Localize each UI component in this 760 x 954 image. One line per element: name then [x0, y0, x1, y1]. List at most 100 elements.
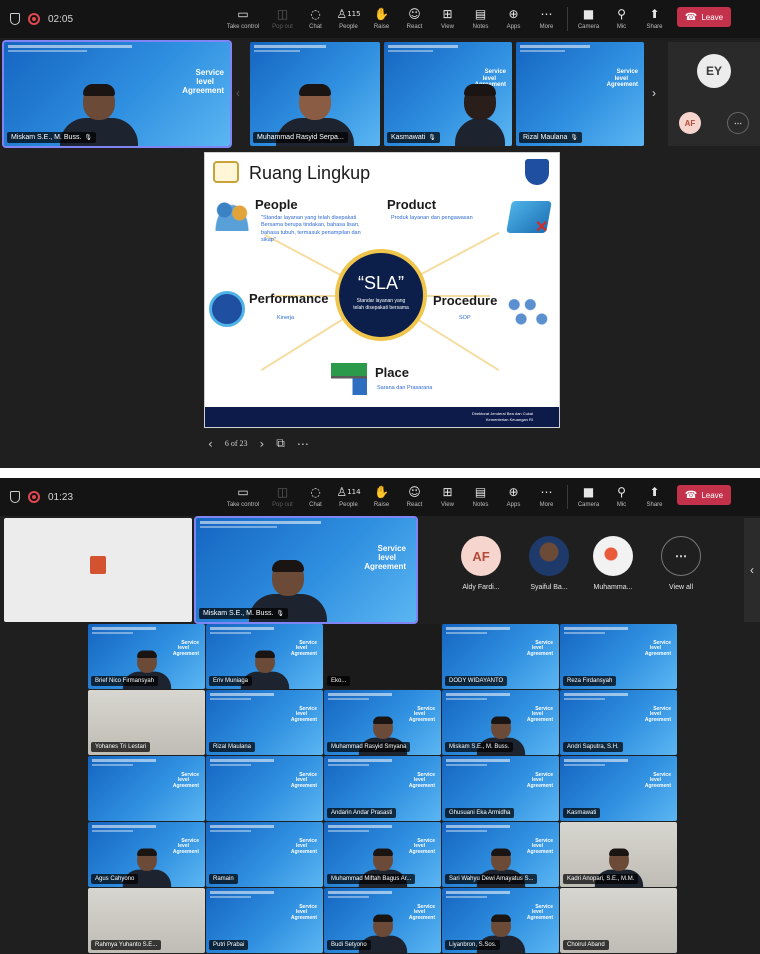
pop-out-button[interactable]: ◫ Pop out [266, 485, 299, 508]
video-tile[interactable]: Service level Agreement Rizal Maulana [206, 690, 323, 755]
more-icon: ⋯ [540, 7, 553, 21]
take-control-button[interactable]: ▭ Take control [220, 7, 266, 30]
chevron-right-icon[interactable]: › [259, 437, 264, 451]
participant-name: Agus Cahyono [91, 874, 139, 884]
video-tile[interactable]: Muhammad Rasyid Serpa... [250, 42, 380, 146]
video-tile[interactable]: Service level Agreement Miskam S.E., M. Bus… [442, 690, 559, 755]
performance-heading: Performance [249, 291, 329, 306]
presenter-view-icon[interactable]: ⧉ [276, 436, 285, 451]
video-tile[interactable]: Yohanes Tri Lestari [88, 690, 205, 755]
video-tile[interactable]: Service level Agreement Sari Wahyu Dewi Ama… [442, 822, 559, 887]
notes-icon: ▤ [474, 485, 487, 499]
camera-button[interactable]: ■ Camera [572, 485, 605, 508]
video-tile[interactable]: Choirul Aband [560, 888, 677, 953]
raise-hand-button[interactable]: ✋ Raise [365, 485, 398, 508]
notes-button[interactable]: ▤ Notes [464, 7, 497, 30]
powerpoint-icon [90, 556, 106, 574]
avatar [529, 536, 569, 576]
toolbar-divider [567, 7, 568, 31]
participant-name: Miskam S.E., M. Buss. 🎙 [7, 132, 97, 143]
video-tile[interactable]: Service level Agreement Ghusuani Eka Armidh… [442, 756, 559, 821]
toolbar-divider [567, 485, 568, 509]
video-tile[interactable]: Service level Agreement DODY WIDAYANTO [442, 624, 559, 689]
react-button[interactable]: ☺ React [398, 7, 431, 30]
video-tile[interactable]: Rahmya Yuhanto S.E... [88, 888, 205, 953]
take-control-button[interactable]: ▭ Take control [220, 485, 266, 508]
video-tile[interactable]: Service level Agreement Agus Cahyono [88, 822, 205, 887]
slide-navigation: ‹ 6 of 23 › ⧉ ⋯ [208, 436, 309, 451]
slide-page-indicator: 6 of 23 [224, 439, 248, 448]
camera-button[interactable]: ■ Camera [572, 7, 605, 30]
video-tile-featured[interactable]: Service level Agreement Miskam S.E., M. … [2, 40, 232, 148]
video-tile[interactable]: Eko... [324, 624, 441, 689]
chat-button[interactable]: ◌ Chat [299, 7, 332, 30]
participant-name: Muhammad Rasyid Serpa... [253, 132, 348, 143]
share-button[interactable]: ⬆ Share [638, 7, 671, 30]
video-tile[interactable]: Service level Agreement Andarin Andar Prasa… [324, 756, 441, 821]
view-icon: ⊞ [442, 7, 453, 21]
leave-button[interactable]: ☎ Leave [677, 485, 731, 505]
mic-off-icon: ⚲ [617, 485, 626, 499]
video-tile[interactable]: Service level Agreement Andri Saputra, S.H. [560, 690, 677, 755]
avatar-af[interactable]: AF [679, 112, 701, 134]
reject-icon: ✕ [535, 219, 549, 236]
meeting-toolbar: 02:05 ▭ Take control ◫ Pop out ◌ Chat ♙115 P… [0, 0, 760, 38]
chevron-left-icon[interactable]: ‹ [236, 86, 240, 100]
chevron-left-icon[interactable]: ‹ [208, 437, 213, 451]
share-icon: ⬆ [649, 485, 660, 499]
video-tile[interactable]: Service level Agreement Muhammad Rasyid Smy… [324, 690, 441, 755]
apps-icon: ⊕ [508, 485, 519, 499]
video-tile[interactable]: ServicelevelAgreement Kasmawati🎙 [384, 42, 512, 146]
video-tile[interactable]: Service level Agreement Kasmawati [560, 756, 677, 821]
video-tile[interactable]: Service level Agreement Reza Firdansyah [560, 624, 677, 689]
more-icon: ⋯ [540, 485, 553, 499]
video-tile[interactable]: Service level Agreement Budi Setyono [324, 888, 441, 953]
participant-avatar-muhammad[interactable]: Muhamma... [580, 536, 646, 591]
more-options-icon[interactable]: ⋯ [297, 437, 309, 451]
people-button[interactable]: ♙114 People [332, 485, 365, 508]
apps-button[interactable]: ⊕ Apps [497, 485, 530, 508]
video-tile[interactable]: Service level Agreement Rizal Maulana 🎙 [516, 42, 644, 146]
participant-name: Choirul Aband [563, 940, 609, 950]
more-button[interactable]: ⋯ More [530, 7, 563, 30]
video-tile[interactable]: Service level Agreement [88, 756, 205, 821]
video-tile-featured[interactable]: Service level Agreement Miskam S.E., M. … [194, 516, 418, 624]
mic-button[interactable]: ⚲ Mic [605, 485, 638, 508]
avatar-ey[interactable]: EY [697, 54, 731, 88]
take-control-icon: ▭ [237, 7, 249, 21]
meeting-toolbar: 01:23 ▭ Take control ◫ Pop out ◌ Chat ♙114 P… [0, 478, 760, 516]
share-button[interactable]: ⬆ Share [638, 485, 671, 508]
chevron-right-icon[interactable]: › [652, 86, 656, 100]
avatar [593, 536, 633, 576]
view-all-button[interactable]: ⋯ View all [648, 536, 714, 591]
video-tile[interactable]: Service level Agreement Eriv Muniaga [206, 624, 323, 689]
people-icon: ♙115 [336, 7, 361, 21]
video-tile[interactable]: Service level Agreement Brief Nico Firmansy… [88, 624, 205, 689]
people-button[interactable]: ♙115 People [332, 7, 365, 30]
shared-content-thumbnail[interactable] [4, 518, 192, 622]
chevron-left-icon[interactable]: ‹ [744, 518, 760, 622]
video-tile[interactable]: Service level Agreement Muhammad Miftah Bag… [324, 822, 441, 887]
participant-name: Ramain [209, 874, 238, 884]
raise-hand-button[interactable]: ✋ Raise [365, 7, 398, 30]
leave-button[interactable]: ☎ Leave [677, 7, 731, 27]
video-tile[interactable]: Kadri Anopari, S.E., M.M. [560, 822, 677, 887]
video-tile[interactable]: Service level Agreement Liyanbron, S.Sos. [442, 888, 559, 953]
more-participants-button[interactable]: ⋯ [727, 112, 749, 134]
react-button[interactable]: ☺ React [398, 485, 431, 508]
mic-button[interactable]: ⚲ Mic [605, 7, 638, 30]
video-tile[interactable]: Service level Agreement Putri Prabai [206, 888, 323, 953]
participant-avatar-af[interactable]: AF Aldy Fardi... [448, 536, 514, 591]
view-button[interactable]: ⊞ View [431, 485, 464, 508]
view-button[interactable]: ⊞ View [431, 7, 464, 30]
video-tile[interactable]: Service level Agreement Ramain [206, 822, 323, 887]
apps-button[interactable]: ⊕ Apps [497, 7, 530, 30]
participant-avatar-syaiful[interactable]: Syaiful Ba... [516, 536, 582, 591]
video-tile[interactable]: Service level Agreement [206, 756, 323, 821]
notes-button[interactable]: ▤ Notes [464, 485, 497, 508]
pop-out-button[interactable]: ◫ Pop out [266, 7, 299, 30]
chat-button[interactable]: ◌ Chat [299, 485, 332, 508]
more-button[interactable]: ⋯ More [530, 485, 563, 508]
product-heading: Product [387, 197, 437, 212]
raise-hand-icon: ✋ [374, 485, 389, 499]
